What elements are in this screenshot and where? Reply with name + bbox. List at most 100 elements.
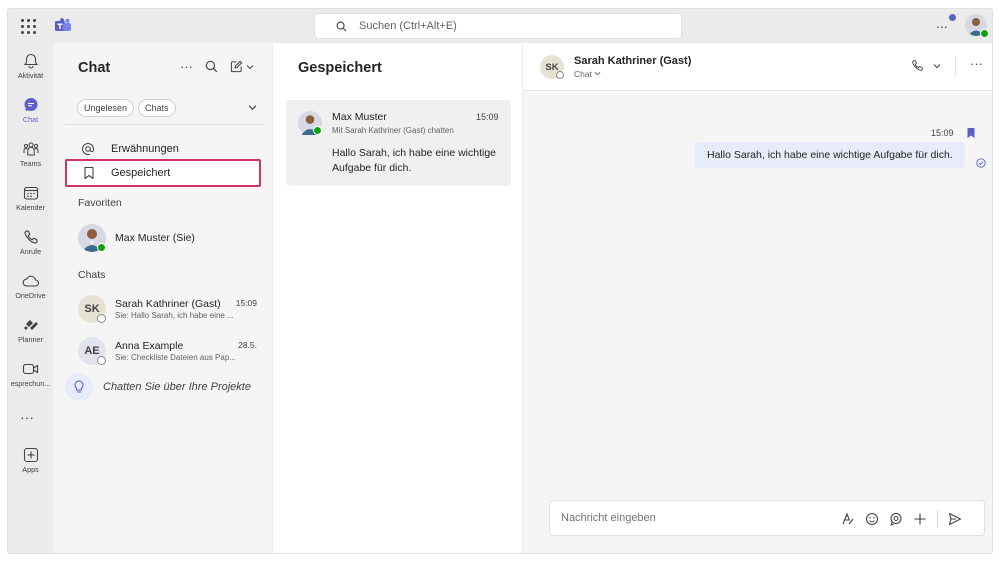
rail-item-chat[interactable]: Chat (8, 97, 53, 124)
rail-more-apps-icon[interactable]: ··· (20, 409, 34, 425)
chat-pane-actions: ··· (180, 59, 254, 74)
list-item[interactable]: AE Anna Example 28.5. Sie: Checkliste Dat… (78, 337, 263, 365)
add-apps-icon (23, 447, 38, 463)
rail-label-teams: Teams (19, 159, 42, 168)
saved-pane: Gespeichert Max Muster 15:09 Mit Sarah K… (273, 43, 523, 553)
chat-filters: Ungelesen Chats (77, 99, 176, 117)
rail-label-calls: Anrufe (19, 247, 42, 256)
projects-tip[interactable]: Chatten Sie über Ihre Projekte (65, 373, 251, 401)
search-bar[interactable]: Suchen (Ctrl+Alt+E) (314, 13, 682, 39)
message-input[interactable] (561, 512, 821, 524)
chevron-down-icon[interactable] (248, 103, 257, 112)
rail-item-meetings[interactable]: esprechun... (8, 361, 53, 388)
chat-time: 15:09 (235, 298, 257, 308)
chat-time: 28.5. (238, 340, 257, 350)
favorite-name: Max Muster (Sie) (115, 232, 195, 244)
avatar-initials: SK (84, 303, 100, 315)
teams-logo-icon (55, 18, 71, 31)
rail-item-calls[interactable]: Anrufe (8, 229, 53, 256)
saved-context: Mit Sarah Kathriner (Gast) chatten (332, 126, 454, 135)
conversation-header: SK Sarah Kathriner (Gast) Chat ··· (523, 43, 992, 91)
rail-item-apps[interactable]: Apps (8, 447, 53, 474)
saved-message-text: Hallo Sarah, ich habe eine wichtige Aufg… (332, 147, 497, 174)
chat-icon (24, 98, 37, 111)
conversation-name[interactable]: Sarah Kathriner (Gast) (574, 55, 691, 67)
rail-label-planner: Planner (18, 335, 43, 344)
at-icon (82, 143, 94, 155)
rail-item-teams[interactable]: Teams (8, 141, 53, 168)
search-icon[interactable] (205, 60, 218, 73)
filter-unread[interactable]: Ungelesen (77, 99, 135, 117)
presence-available-badge (97, 243, 106, 252)
chat-preview: Sie: Hallo Sarah, ich habe eine ... (115, 311, 234, 320)
conversation-tab-chat[interactable]: Chat (574, 69, 601, 79)
message-bubble[interactable]: Hallo Sarah, ich habe eine wichtige Aufg… (695, 142, 965, 168)
notification-dot (949, 14, 956, 21)
add-icon[interactable] (913, 512, 927, 526)
chevron-down-icon (246, 64, 254, 69)
avatar (78, 224, 106, 252)
conversation-tab-label: Chat (574, 69, 592, 79)
rail-item-planner[interactable]: Planner (8, 317, 53, 344)
favorite-item[interactable]: Max Muster (Sie) (78, 224, 263, 252)
app-rail: Aktivität Chat Teams Kalender Anrufe One… (8, 43, 53, 553)
rail-item-calendar[interactable]: Kalender (8, 185, 53, 212)
filter-chats[interactable]: Chats (138, 99, 176, 117)
message-composer (549, 500, 985, 536)
projects-tip-label: Chatten Sie über Ihre Projekte (103, 381, 251, 393)
rail-label-meetings: esprechun... (10, 379, 51, 388)
rail-label-chat: Chat (22, 115, 39, 124)
rail-item-activity[interactable]: Aktivität (8, 53, 53, 80)
settings-more-icon[interactable]: ... (936, 15, 948, 31)
app-launcher-icon[interactable] (19, 17, 37, 35)
chats-header: Chats (78, 269, 106, 281)
teams-window: Suchen (Ctrl+Alt+E) ... Aktivität Chat T… (7, 8, 993, 554)
avatar-initials: AE (84, 345, 100, 357)
presence-unknown-badge (97, 314, 106, 323)
chevron-down-icon (594, 71, 601, 76)
avatar (298, 111, 322, 135)
chat-name: Anna Example (115, 340, 184, 352)
conversation-pane: SK Sarah Kathriner (Gast) Chat ··· 15:09… (523, 43, 992, 553)
message-time: 15:09 (931, 128, 954, 138)
search-icon (336, 21, 347, 31)
emoji-icon[interactable] (865, 512, 879, 526)
rail-label-apps: Apps (22, 465, 39, 474)
phone-icon (912, 59, 924, 71)
saved-bookmark-icon (967, 128, 975, 138)
call-button[interactable] (911, 59, 941, 72)
chat-name: Sarah Kathriner (Gast) (115, 298, 221, 310)
saved-message-card[interactable]: Max Muster 15:09 Mit Sarah Kathriner (Ga… (286, 100, 511, 186)
avatar: SK (78, 295, 106, 323)
phone-icon (23, 230, 38, 244)
chat-pane-title: Chat (78, 60, 111, 76)
planner-icon (23, 320, 38, 330)
saved-pane-title: Gespeichert (298, 60, 382, 76)
avatar: AE (78, 337, 106, 365)
send-icon[interactable] (948, 512, 962, 526)
avatar[interactable]: SK (540, 55, 564, 79)
format-text-icon[interactable] (841, 512, 855, 526)
top-bar: Suchen (Ctrl+Alt+E) ... (8, 9, 992, 43)
composer-actions (841, 510, 962, 528)
new-chat-button[interactable] (230, 60, 254, 73)
list-item[interactable]: SK Sarah Kathriner (Gast) 15:09 Sie: Hall… (78, 295, 263, 323)
video-icon (22, 363, 39, 375)
divider (65, 124, 265, 125)
rail-label-onedrive: OneDrive (15, 291, 46, 300)
presence-unknown-badge (556, 71, 564, 79)
calendar-icon (23, 186, 38, 200)
teams-icon (23, 142, 38, 156)
loop-icon[interactable] (889, 512, 903, 526)
presence-unknown-badge (97, 356, 106, 365)
chevron-down-icon (933, 63, 941, 68)
nav-mentions-label: Erwähnungen (111, 143, 179, 155)
cloud-icon (22, 275, 39, 287)
favorites-header: Favoriten (78, 197, 122, 209)
conversation-more-icon[interactable]: ··· (970, 56, 983, 71)
rail-item-onedrive[interactable]: OneDrive (8, 273, 53, 300)
nav-saved[interactable]: Gespeichert (65, 159, 261, 187)
chat-more-icon[interactable]: ··· (180, 59, 193, 74)
profile-presence-badge (980, 29, 989, 38)
nav-saved-label: Gespeichert (111, 167, 171, 179)
